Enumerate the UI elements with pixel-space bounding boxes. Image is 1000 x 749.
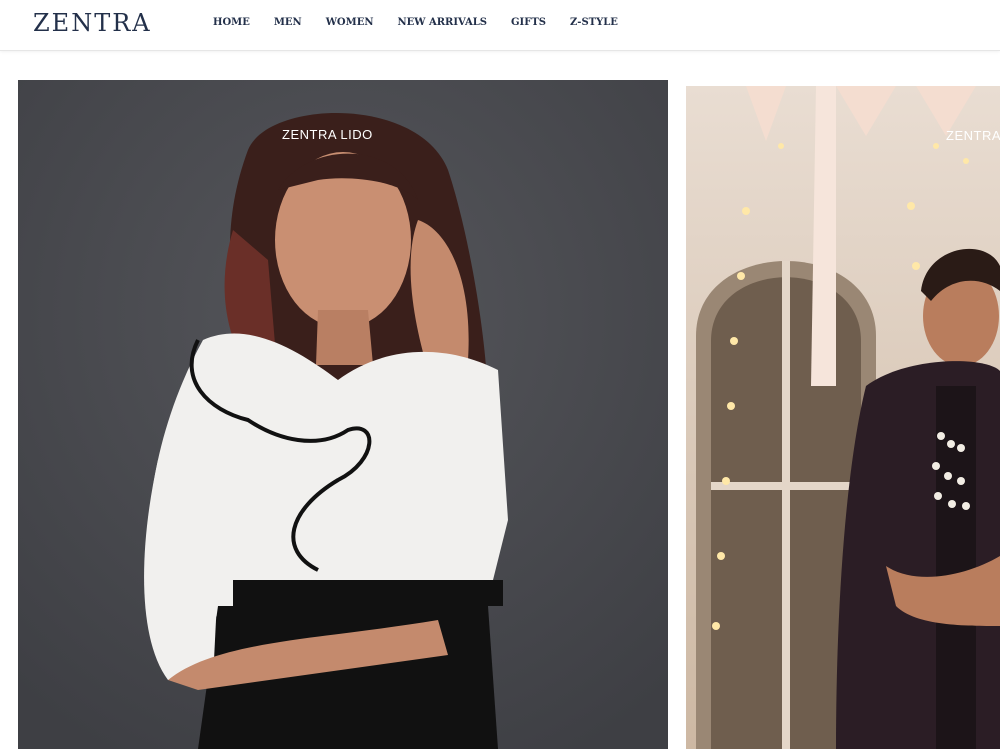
model-man-image xyxy=(686,86,1000,749)
hero-banner-ethnic[interactable]: ZENTRA xyxy=(686,86,1000,749)
site-header: ZENTRA HOME MEN WOMEN NEW ARRIVALS GIFTS… xyxy=(0,0,1000,51)
nav-item-men[interactable]: MEN xyxy=(274,17,302,28)
nav-item-new-arrivals[interactable]: NEW ARRIVALS xyxy=(397,17,487,28)
main-nav: HOME MEN WOMEN NEW ARRIVALS GIFTS Z-STYL… xyxy=(213,17,642,28)
model-woman-image xyxy=(18,80,668,749)
banner-label-zentra: ZENTRA xyxy=(946,128,1000,143)
nav-item-z-style[interactable]: Z-STYLE xyxy=(570,17,618,28)
brand-logo[interactable]: ZENTRA xyxy=(33,9,152,37)
nav-item-women[interactable]: WOMEN xyxy=(326,17,374,28)
nav-item-home[interactable]: HOME xyxy=(213,17,250,28)
nav-item-gifts[interactable]: GIFTS xyxy=(511,17,546,28)
banner-label-lido: ZENTRA LIDO xyxy=(282,127,373,142)
hero-banner-lido[interactable]: ZENTRA LIDO xyxy=(18,80,668,749)
